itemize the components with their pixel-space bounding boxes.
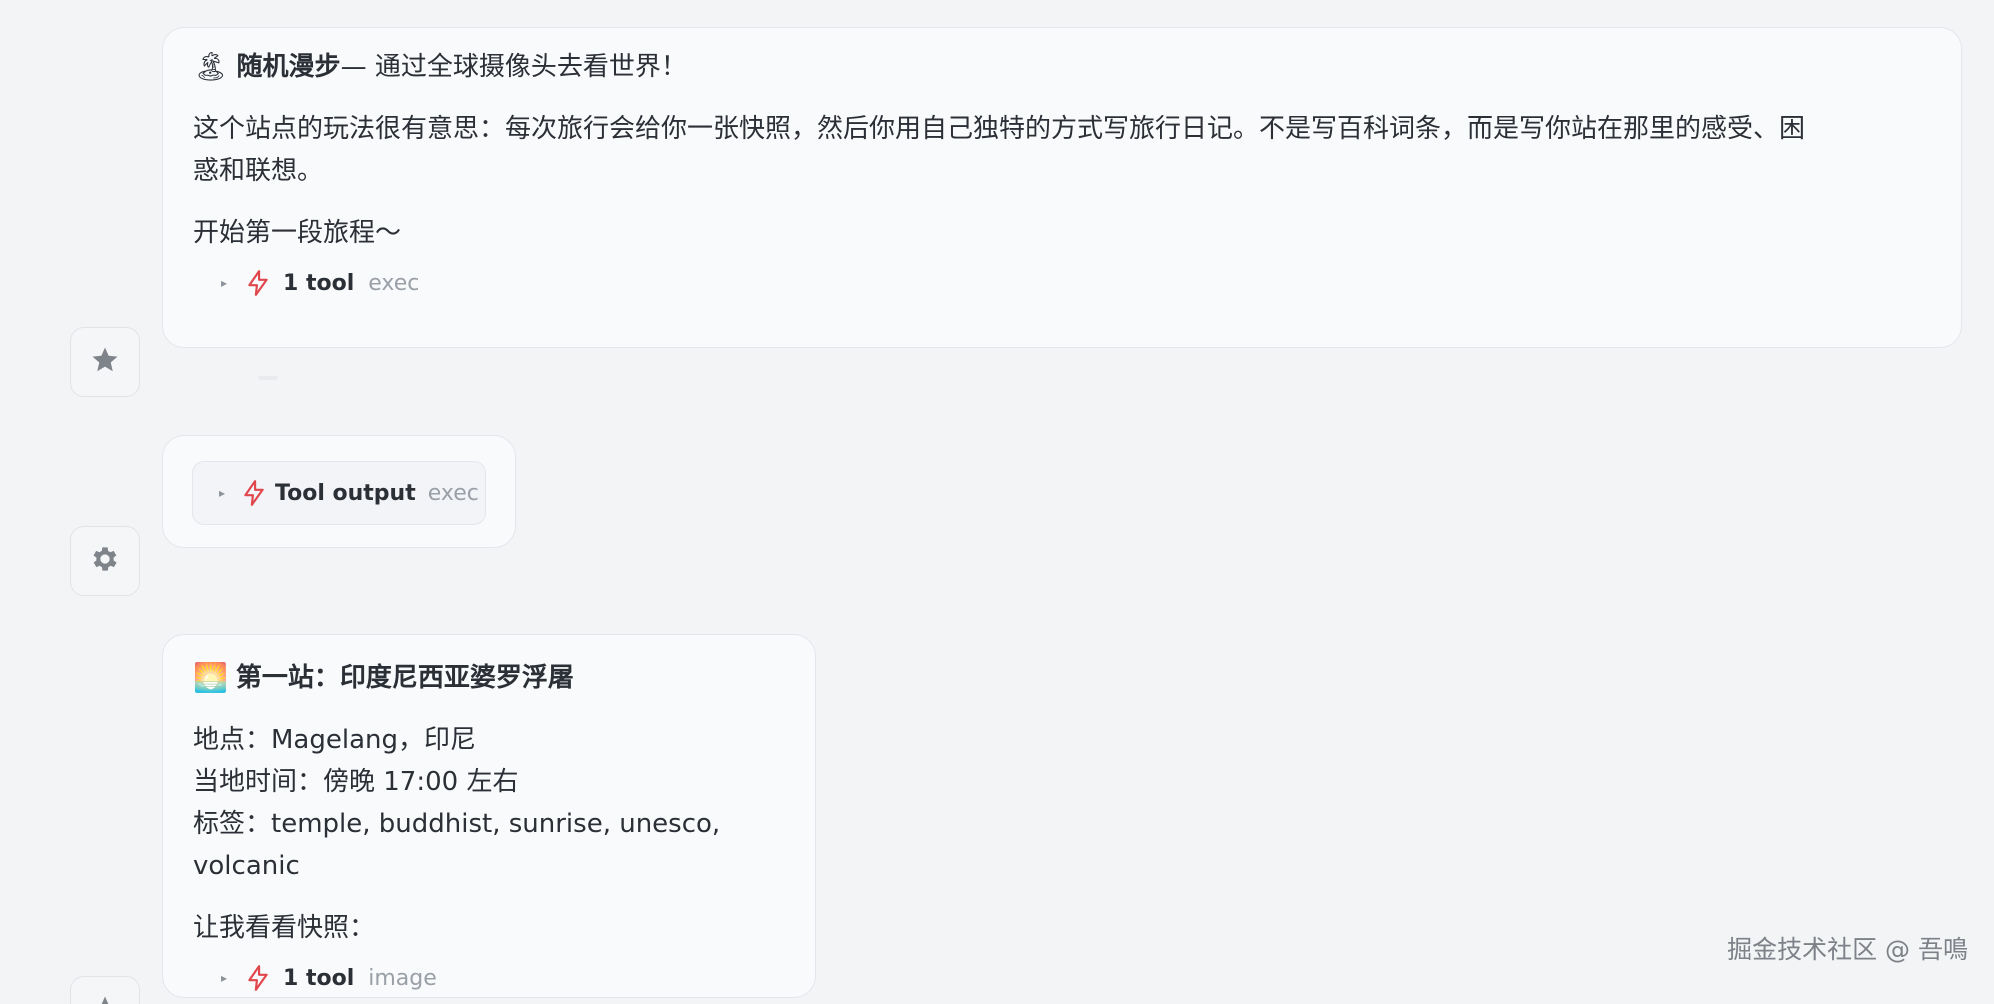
- sunrise-icon: 🌅: [193, 661, 228, 694]
- triangle-right-icon: ▸: [221, 971, 228, 985]
- triangle-right-icon: ▸: [221, 276, 228, 290]
- paragraph-line: 惑和联想。: [193, 156, 324, 186]
- bolt-icon: [245, 963, 275, 993]
- message-subtitle: — 通过全球摄像头去看世界！: [340, 52, 687, 82]
- message-meta: [162, 376, 278, 380]
- meta-mode-chip: [258, 376, 278, 380]
- tool-avatar: [70, 526, 140, 596]
- tool-count: 1 tool: [283, 270, 355, 296]
- message-title: 第一站：印度尼西亚婆罗浮屠: [235, 663, 574, 693]
- bolt-icon: [241, 479, 267, 507]
- message-paragraph: 让我看看快照：: [193, 913, 376, 943]
- tool-output-toggle[interactable]: ▸ Tool output exec: [192, 461, 486, 525]
- message-title-row: 🏝 随机漫步 — 通过全球摄像头去看世界！: [193, 46, 1933, 88]
- message-paragraph: 这个站点的玩法很有意思：每次旅行会给你一张快照，然后你用自己独特的方式写旅行日记…: [193, 108, 1933, 192]
- message-paragraph: 开始第一段旅程～: [193, 218, 402, 248]
- star-icon: [90, 994, 120, 1004]
- tool-output-label: Tool output: [275, 480, 416, 506]
- assistant-avatar: [70, 976, 140, 1004]
- local-time-line: 当地时间：傍晚 17:00 左右: [193, 767, 519, 797]
- tags-line: 标签：temple, buddhist, sunrise, unesco, vo…: [193, 809, 721, 881]
- triangle-right-icon: ▸: [219, 486, 226, 500]
- tool-kind: exec: [427, 480, 479, 506]
- tool-call-toggle[interactable]: ▸ 1 tool exec: [193, 268, 1933, 298]
- chat-transcript: 🏝 随机漫步 — 通过全球摄像头去看世界！ 这个站点的玩法很有意思：每次旅行会给…: [0, 0, 1994, 1004]
- assistant-avatar: [70, 327, 140, 397]
- assistant-message-bubble: 🏝 随机漫步 — 通过全球摄像头去看世界！ 这个站点的玩法很有意思：每次旅行会给…: [162, 27, 1962, 348]
- star-icon: [90, 345, 120, 379]
- message-paragraph: 地点：Magelang，印尼 当地时间：傍晚 17:00 左右 标签：templ…: [193, 719, 795, 887]
- message-title-row: 🌅 第一站：印度尼西亚婆罗浮屠: [193, 657, 795, 699]
- tool-count: 1 tool: [283, 965, 355, 991]
- watermark: 掘金技术社区 @ 吾鳴: [1727, 935, 1968, 964]
- message-title: 随机漫步: [236, 52, 341, 82]
- tool-message-bubble: ▸ Tool output exec: [162, 435, 516, 548]
- assistant-message-bubble: 🌅 第一站：印度尼西亚婆罗浮屠 地点：Magelang，印尼 当地时间：傍晚 1…: [162, 634, 816, 998]
- bolt-icon: [245, 268, 275, 298]
- paragraph-line: 这个站点的玩法很有意思：每次旅行会给你一张快照，然后你用自己独特的方式写旅行日记…: [193, 114, 1806, 144]
- tool-kind: image: [368, 965, 437, 991]
- gear-icon: [89, 543, 121, 579]
- palm-tree-icon: 🏝: [193, 50, 229, 83]
- tool-call-toggle[interactable]: ▸ 1 tool image: [193, 963, 795, 993]
- tool-kind: exec: [368, 270, 420, 296]
- location-line: 地点：Magelang，印尼: [193, 725, 477, 755]
